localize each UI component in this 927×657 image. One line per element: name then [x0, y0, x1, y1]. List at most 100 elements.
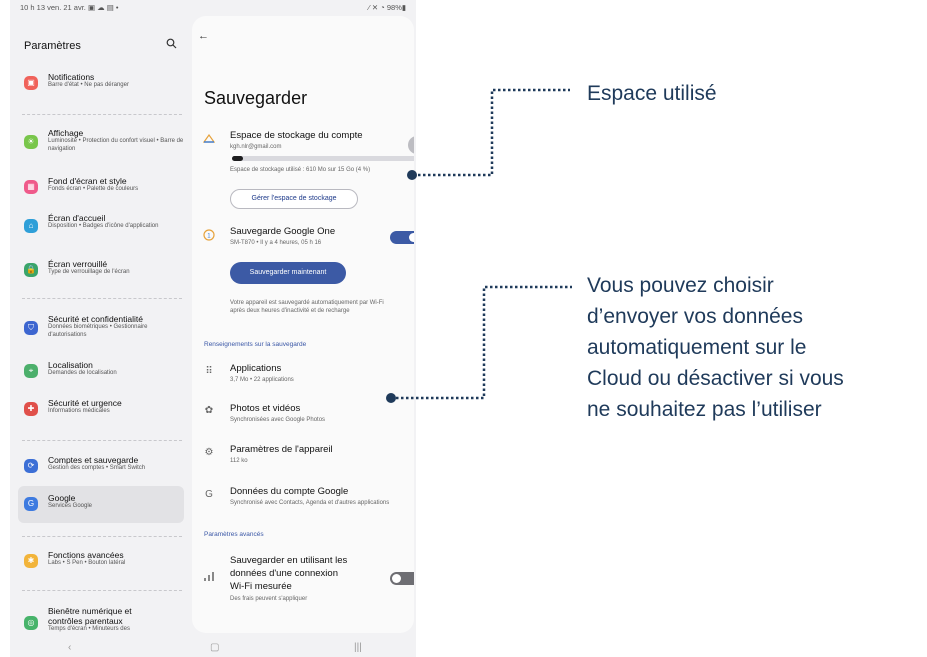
search-icon[interactable]	[166, 38, 177, 52]
settings-item-label: Fond d'écran et style	[48, 176, 127, 186]
auto-backup-note-2: après deux heures d'inactivité et de rec…	[230, 308, 350, 314]
settings-item-display[interactable]: ☀ Affichage Luminosité • Protection du c…	[18, 128, 184, 158]
settings-item-sub: Fonds écran • Palette de couleurs	[48, 186, 139, 192]
settings-item-sub: Disposition • Badges d'icône d'applicati…	[48, 223, 159, 229]
nav-back-icon[interactable]: ‹	[68, 642, 71, 653]
storage-progress-bar	[232, 156, 414, 161]
backup-now-button[interactable]: Sauvegarder maintenant	[230, 262, 346, 284]
google-one-toggle[interactable]	[390, 231, 414, 244]
metered-label-3[interactable]: Wi-Fi mesurée	[230, 581, 292, 592]
navigation-bar: ‹ ▢ |||	[10, 640, 416, 657]
status-bar: 10 h 13 ven. 21 avr. ▣ ☁ ▤ • ⁄ ✕ ◔ 98%▮	[10, 0, 416, 16]
annotation-backup-line: Cloud ou désactiver si vous	[587, 367, 844, 390]
settings-item-label: Sécurité et confidentialité	[48, 314, 143, 324]
section-backup-info: Renseignements sur la sauvegarde	[204, 341, 307, 348]
row-apps-sub: 3,7 Mo • 22 applications	[230, 377, 294, 383]
metered-label-1[interactable]: Sauvegarder en utilisant les	[230, 555, 347, 566]
storage-connector-line	[418, 88, 570, 177]
divider	[22, 114, 182, 115]
row-google-data-sub: Synchronisé avec Contacts, Agenda et d'a…	[230, 500, 390, 506]
status-indicators: ⁄ ✕ ◔ 98%▮	[368, 3, 406, 12]
storage-label: Espace de stockage du compte	[230, 130, 363, 141]
account-email: kgh.nlr@gmail.com	[230, 144, 282, 150]
settings-item-label: Affichage	[48, 128, 84, 138]
page-title: Sauvegarder	[204, 88, 308, 108]
settings-list: Paramètres ▣ Notifications Barre d'état …	[18, 16, 188, 636]
cloud-icon	[202, 133, 216, 147]
settings-item-sub: Labs • S Pen • Bouton latéral	[48, 560, 126, 566]
metered-sub: Des frais peuvent s'appliquer	[230, 596, 308, 602]
settings-item-label: Bienêtre numérique et contrôles parentau…	[48, 606, 132, 626]
section-advanced: Paramètres avancés	[204, 531, 264, 538]
divider	[22, 590, 182, 591]
settings-item-sub: Barre d'état • Ne pas déranger	[48, 82, 129, 88]
settings-item-location[interactable]: ⌖ Localisation Demandes de localisation	[18, 360, 184, 382]
back-arrow-icon[interactable]: ←	[198, 30, 209, 42]
photos-icon: ✿	[204, 405, 214, 416]
shield-icon: ⛉	[24, 321, 38, 335]
row-device-settings-label[interactable]: Paramètres de l'appareil	[230, 444, 333, 455]
status-time: 10 h 13 ven. 21 avr. ▣ ☁ ▤ •	[20, 3, 119, 12]
backup-panel: ← Sauvegarder Espace de stockage du comp…	[192, 16, 414, 633]
apps-grid-icon: ⠿	[205, 366, 213, 377]
settings-item-sub: Services Google	[48, 503, 93, 509]
advanced-features-icon: ✱	[24, 554, 38, 568]
settings-item-label: Localisation	[48, 360, 93, 370]
manage-storage-button[interactable]: Gérer l'espace de stockage	[230, 189, 358, 209]
wallpaper-icon: ▦	[24, 180, 38, 194]
annotation-backup-line: Vous pouvez choisir	[587, 274, 774, 297]
google-one-icon: 1	[202, 229, 216, 244]
settings-item-sub: Informations médicales	[48, 408, 110, 414]
settings-item-accounts-backup[interactable]: ⟳ Comptes et sauvegarde Gestion des comp…	[18, 455, 184, 477]
storage-progress-fill	[232, 156, 244, 161]
settings-item-sub: Données biométriques • Gestionnaire d'au…	[48, 324, 148, 338]
tablet-screen: 10 h 13 ven. 21 avr. ▣ ☁ ▤ • ⁄ ✕ ◔ 98%▮ …	[10, 0, 416, 657]
lock-icon: 🔒	[24, 263, 38, 277]
row-photos-sub: Synchronisées avec Google Photos	[230, 417, 326, 423]
settings-item-notifications[interactable]: ▣ Notifications Barre d'état • Ne pas dé…	[18, 72, 184, 94]
settings-item-lock-screen[interactable]: 🔒 Écran verrouillé Type de verrouillage …	[18, 259, 184, 281]
toggle-knob	[392, 574, 401, 583]
settings-item-google[interactable]: G Google Services Google	[18, 486, 184, 523]
settings-item-security-privacy[interactable]: ⛉ Sécurité et confidentialité Données bi…	[18, 314, 184, 344]
google-one-last-backup: SM-T870 • Il y a 4 heures, 05 h 16	[230, 240, 322, 246]
location-pin-icon: ⌖	[24, 364, 38, 378]
metered-toggle[interactable]	[390, 572, 414, 585]
settings-item-emergency[interactable]: ✚ Sécurité et urgence Informations médic…	[18, 398, 184, 420]
settings-item-digital-wellbeing[interactable]: ◎ Bienêtre numérique et contrôles parent…	[18, 606, 184, 636]
wellbeing-icon: ◎	[24, 616, 38, 630]
storage-usage-text: Espace de stockage utilisé : 610 Mo sur …	[230, 167, 371, 173]
settings-item-sub: Gestion des comptes • Smart Switch	[48, 465, 146, 471]
metered-label-2[interactable]: données d'une connexion	[230, 568, 338, 579]
row-photos-label[interactable]: Photos et vidéos	[230, 403, 300, 414]
svg-text:1: 1	[207, 234, 211, 240]
signal-bars-icon	[202, 572, 216, 584]
display-icon: ☀	[24, 135, 38, 149]
settings-item-label: Comptes et sauvegarde	[48, 455, 139, 465]
row-apps-label[interactable]: Applications	[230, 363, 281, 374]
notifications-icon: ▣	[24, 76, 38, 90]
settings-item-home-screen[interactable]: ⌂ Écran d'accueil Disposition • Badges d…	[18, 213, 184, 243]
toggle-knob	[409, 233, 414, 242]
google-icon: G	[205, 489, 213, 500]
settings-item-label: Notifications	[48, 72, 95, 82]
row-google-data-label[interactable]: Données du compte Google	[230, 486, 348, 497]
google-icon: G	[24, 497, 38, 511]
edit-pencil-icon[interactable]: ✎	[408, 136, 414, 154]
divider	[22, 440, 182, 441]
home-screen-icon: ⌂	[24, 219, 38, 233]
settings-item-sub: Demandes de localisation	[48, 370, 117, 376]
divider	[22, 298, 182, 299]
gear-icon: ⚙	[204, 447, 214, 458]
storage-connector-dot	[407, 170, 417, 180]
nav-recents-icon[interactable]: |||	[354, 642, 362, 653]
settings-item-advanced-features[interactable]: ✱ Fonctions avancées Labs • S Pen • Bout…	[18, 550, 184, 572]
backup-connector-dot	[386, 393, 396, 403]
nav-home-icon[interactable]: ▢	[210, 642, 219, 653]
annotation-storage: Espace utilisé	[587, 82, 717, 105]
settings-item-wallpaper[interactable]: ▦ Fond d'écran et style Fonds écran • Pa…	[18, 176, 184, 198]
annotation-backup-line: automatiquement sur le	[587, 336, 807, 359]
emergency-icon: ✚	[24, 402, 38, 416]
divider	[22, 536, 182, 537]
google-one-label: Sauvegarde Google One	[230, 226, 336, 237]
